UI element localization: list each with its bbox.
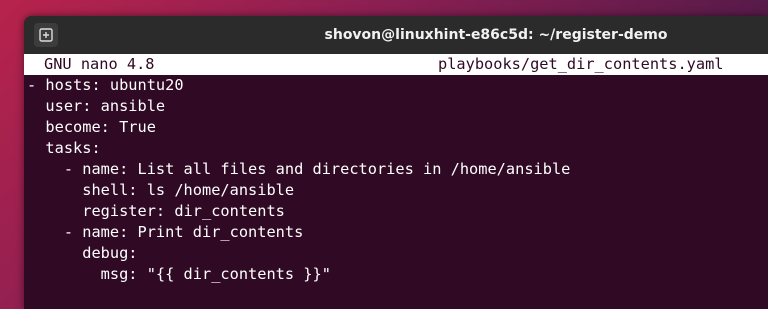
code-line[interactable]: become: True [24,117,768,138]
nano-header-bar: GNU nano 4.8 playbooks/get_dir_contents.… [24,54,768,75]
code-line[interactable]: - name: Print dir_contents [24,222,768,243]
code-line[interactable]: shell: ls /home/ansible [24,180,768,201]
code-line[interactable]: debug: [24,243,768,264]
terminal-content[interactable]: GNU nano 4.8 playbooks/get_dir_contents.… [24,54,768,285]
code-line[interactable]: tasks: [24,138,768,159]
code-line[interactable]: - hosts: ubuntu20 [24,75,768,96]
nano-version: GNU nano 4.8 [44,55,155,73]
code-line[interactable]: - name: List all files and directories i… [24,159,768,180]
title-bar: shovon@linuxhint-e86c5d: ~/register-demo [24,16,768,54]
terminal-window: shovon@linuxhint-e86c5d: ~/register-demo… [24,16,768,309]
nano-filename: playbooks/get_dir_contents.yaml [438,55,724,73]
code-line[interactable]: msg: "{{ dir_contents }}" [24,264,768,285]
code-line[interactable]: user: ansible [24,96,768,117]
code-line[interactable]: register: dir_contents [24,201,768,222]
desktop-background: shovon@linuxhint-e86c5d: ~/register-demo… [0,0,768,309]
window-title: shovon@linuxhint-e86c5d: ~/register-demo [324,27,668,43]
